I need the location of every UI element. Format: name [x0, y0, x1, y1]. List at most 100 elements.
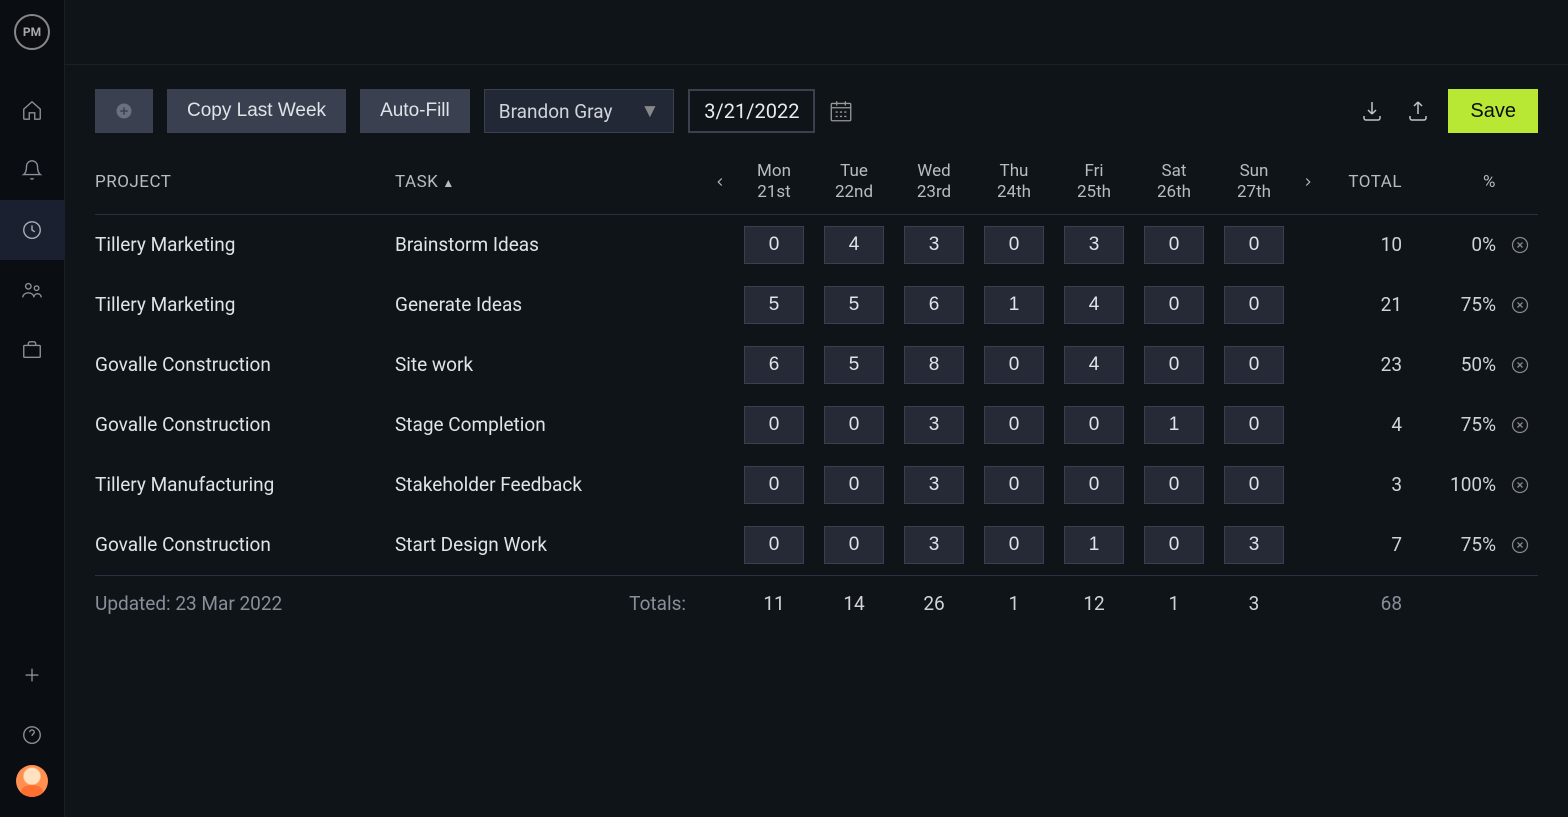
hour-input[interactable]	[824, 286, 884, 324]
hour-input[interactable]	[984, 406, 1044, 444]
nav-add[interactable]	[0, 645, 65, 705]
day-header-6: Sun27th	[1214, 161, 1294, 204]
nav-help[interactable]	[0, 705, 65, 765]
hour-input[interactable]	[824, 346, 884, 384]
project-cell: Govalle Construction	[95, 413, 395, 436]
hour-input[interactable]	[1064, 346, 1124, 384]
timesheet-grid: PROJECTTASK▲Mon21stTue22ndWed23rdThu24th…	[95, 161, 1538, 631]
hour-input[interactable]	[1144, 226, 1204, 264]
hour-input[interactable]	[1224, 346, 1284, 384]
hour-input[interactable]	[1144, 286, 1204, 324]
col-task[interactable]: TASK▲	[395, 172, 706, 192]
task-cell: Brainstorm Ideas	[395, 233, 706, 256]
app-logo: PM	[14, 14, 50, 50]
hour-input[interactable]	[984, 286, 1044, 324]
delete-row-button[interactable]	[1502, 475, 1538, 495]
hour-input[interactable]	[1064, 406, 1124, 444]
hour-input[interactable]	[1064, 526, 1124, 564]
delete-row-button[interactable]	[1502, 295, 1538, 315]
delete-row-button[interactable]	[1502, 535, 1538, 555]
autofill-button[interactable]: Auto-Fill	[360, 89, 470, 133]
project-cell: Tillery Marketing	[95, 233, 395, 256]
hour-input[interactable]	[1224, 406, 1284, 444]
copy-last-week-button[interactable]: Copy Last Week	[167, 89, 346, 133]
hour-input[interactable]	[744, 406, 804, 444]
col-project[interactable]: PROJECT	[95, 172, 395, 192]
sort-asc-icon: ▲	[442, 176, 454, 190]
day-total-3: 1	[974, 592, 1054, 615]
nav-timesheet[interactable]	[0, 200, 65, 260]
hour-input[interactable]	[904, 406, 964, 444]
hour-input[interactable]	[744, 346, 804, 384]
hour-input[interactable]	[1224, 526, 1284, 564]
project-cell: Govalle Construction	[95, 353, 395, 376]
totals-label: Totals:	[395, 592, 706, 615]
row-total: 3	[1322, 473, 1412, 496]
hour-input[interactable]	[824, 406, 884, 444]
hour-input[interactable]	[744, 466, 804, 504]
hour-input[interactable]	[984, 226, 1044, 264]
hour-input[interactable]	[904, 226, 964, 264]
chevron-down-icon: ▼	[640, 99, 659, 123]
project-cell: Govalle Construction	[95, 533, 395, 556]
avatar[interactable]	[16, 765, 48, 797]
import-button[interactable]	[1356, 95, 1388, 127]
hour-input[interactable]	[1144, 406, 1204, 444]
save-button[interactable]: Save	[1448, 89, 1538, 133]
add-row-button[interactable]	[95, 89, 153, 133]
delete-row-button[interactable]	[1502, 355, 1538, 375]
updated-text: Updated: 23 Mar 2022	[95, 592, 395, 615]
user-select[interactable]: Brandon Gray ▼	[484, 89, 675, 133]
hour-input[interactable]	[904, 466, 964, 504]
day-total-1: 14	[814, 592, 894, 615]
nav-notifications[interactable]	[0, 140, 65, 200]
grand-total: 68	[1322, 592, 1412, 615]
hour-input[interactable]	[1224, 286, 1284, 324]
hour-input[interactable]	[824, 226, 884, 264]
hour-input[interactable]	[904, 526, 964, 564]
day-header-3: Thu24th	[974, 161, 1054, 204]
project-cell: Tillery Manufacturing	[95, 473, 395, 496]
day-total-6: 3	[1214, 592, 1294, 615]
hour-input[interactable]	[1064, 466, 1124, 504]
hour-input[interactable]	[1144, 346, 1204, 384]
calendar-icon[interactable]	[823, 89, 859, 133]
hour-input[interactable]	[1224, 226, 1284, 264]
next-week-button[interactable]	[1294, 175, 1322, 189]
hour-input[interactable]	[744, 226, 804, 264]
task-cell: Generate Ideas	[395, 293, 706, 316]
hour-input[interactable]	[744, 526, 804, 564]
nav-portfolio[interactable]	[0, 320, 65, 380]
row-percent: 100%	[1412, 473, 1502, 496]
hour-input[interactable]	[984, 346, 1044, 384]
hour-input[interactable]	[1144, 466, 1204, 504]
hour-input[interactable]	[1224, 466, 1284, 504]
row-total: 4	[1322, 413, 1412, 436]
hour-input[interactable]	[904, 346, 964, 384]
row-percent: 75%	[1412, 533, 1502, 556]
user-select-value: Brandon Gray	[499, 100, 613, 123]
row-percent: 0%	[1412, 233, 1502, 256]
hour-input[interactable]	[904, 286, 964, 324]
hour-input[interactable]	[824, 526, 884, 564]
delete-row-button[interactable]	[1502, 415, 1538, 435]
nav-team[interactable]	[0, 260, 65, 320]
hour-input[interactable]	[824, 466, 884, 504]
hour-input[interactable]	[1144, 526, 1204, 564]
prev-week-button[interactable]	[706, 175, 734, 189]
main: Copy Last Week Auto-Fill Brandon Gray ▼ …	[65, 0, 1568, 817]
hour-input[interactable]	[744, 286, 804, 324]
nav-home[interactable]	[0, 80, 65, 140]
toolbar: Copy Last Week Auto-Fill Brandon Gray ▼ …	[95, 89, 1538, 133]
delete-row-button[interactable]	[1502, 235, 1538, 255]
hour-input[interactable]	[1064, 226, 1124, 264]
hour-input[interactable]	[1064, 286, 1124, 324]
hour-input[interactable]	[984, 466, 1044, 504]
day-header-4: Fri25th	[1054, 161, 1134, 204]
row-total: 21	[1322, 293, 1412, 316]
export-button[interactable]	[1402, 95, 1434, 127]
date-input[interactable]: 3/21/2022	[688, 89, 815, 133]
hour-input[interactable]	[984, 526, 1044, 564]
day-total-2: 26	[894, 592, 974, 615]
row-percent: 50%	[1412, 353, 1502, 376]
